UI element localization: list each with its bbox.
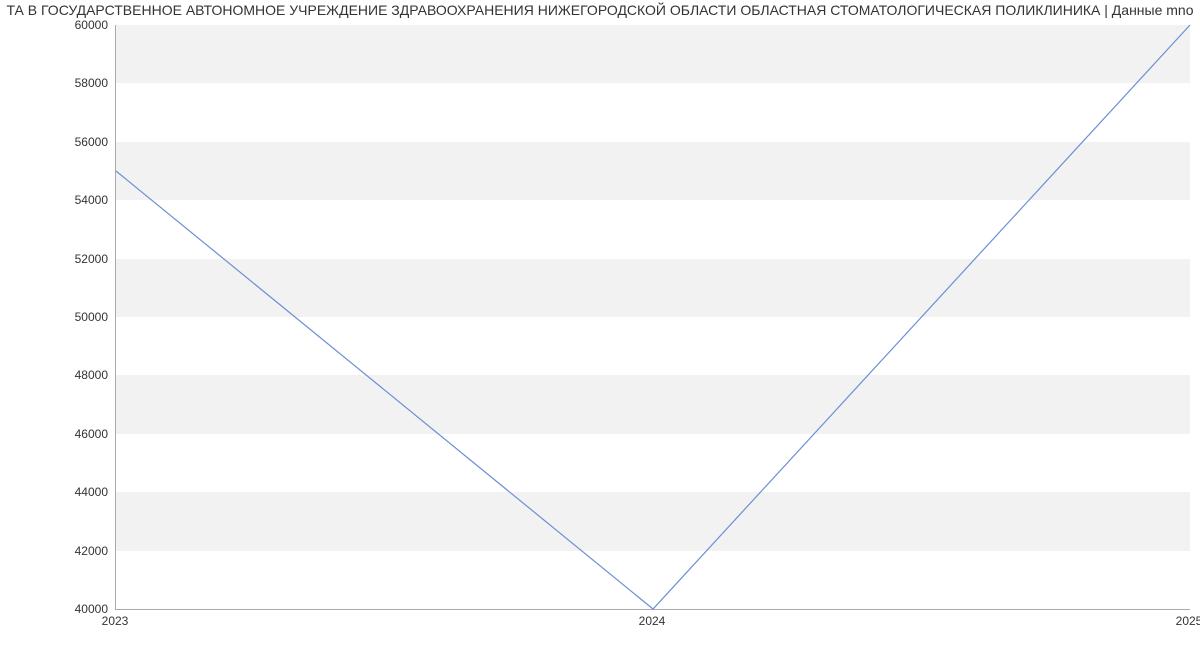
x-tick-label: 2025 (1176, 614, 1200, 628)
y-tick-label: 42000 (28, 544, 108, 558)
chart-title: ТА В ГОСУДАРСТВЕННОЕ АВТОНОМНОЕ УЧРЕЖДЕН… (0, 2, 1200, 18)
y-tick-label: 46000 (28, 427, 108, 441)
y-tick-label: 60000 (28, 18, 108, 32)
y-tick-label: 56000 (28, 135, 108, 149)
x-tick-label: 2023 (102, 614, 129, 628)
y-tick-label: 44000 (28, 485, 108, 499)
y-tick-label: 54000 (28, 193, 108, 207)
line-series (116, 25, 1190, 609)
y-tick-label: 52000 (28, 252, 108, 266)
series-polyline (116, 25, 1190, 609)
y-tick-label: 58000 (28, 76, 108, 90)
y-tick-label: 50000 (28, 310, 108, 324)
x-tick-label: 2024 (639, 614, 666, 628)
plot-area (115, 25, 1190, 610)
y-tick-label: 40000 (28, 602, 108, 616)
y-tick-label: 48000 (28, 368, 108, 382)
